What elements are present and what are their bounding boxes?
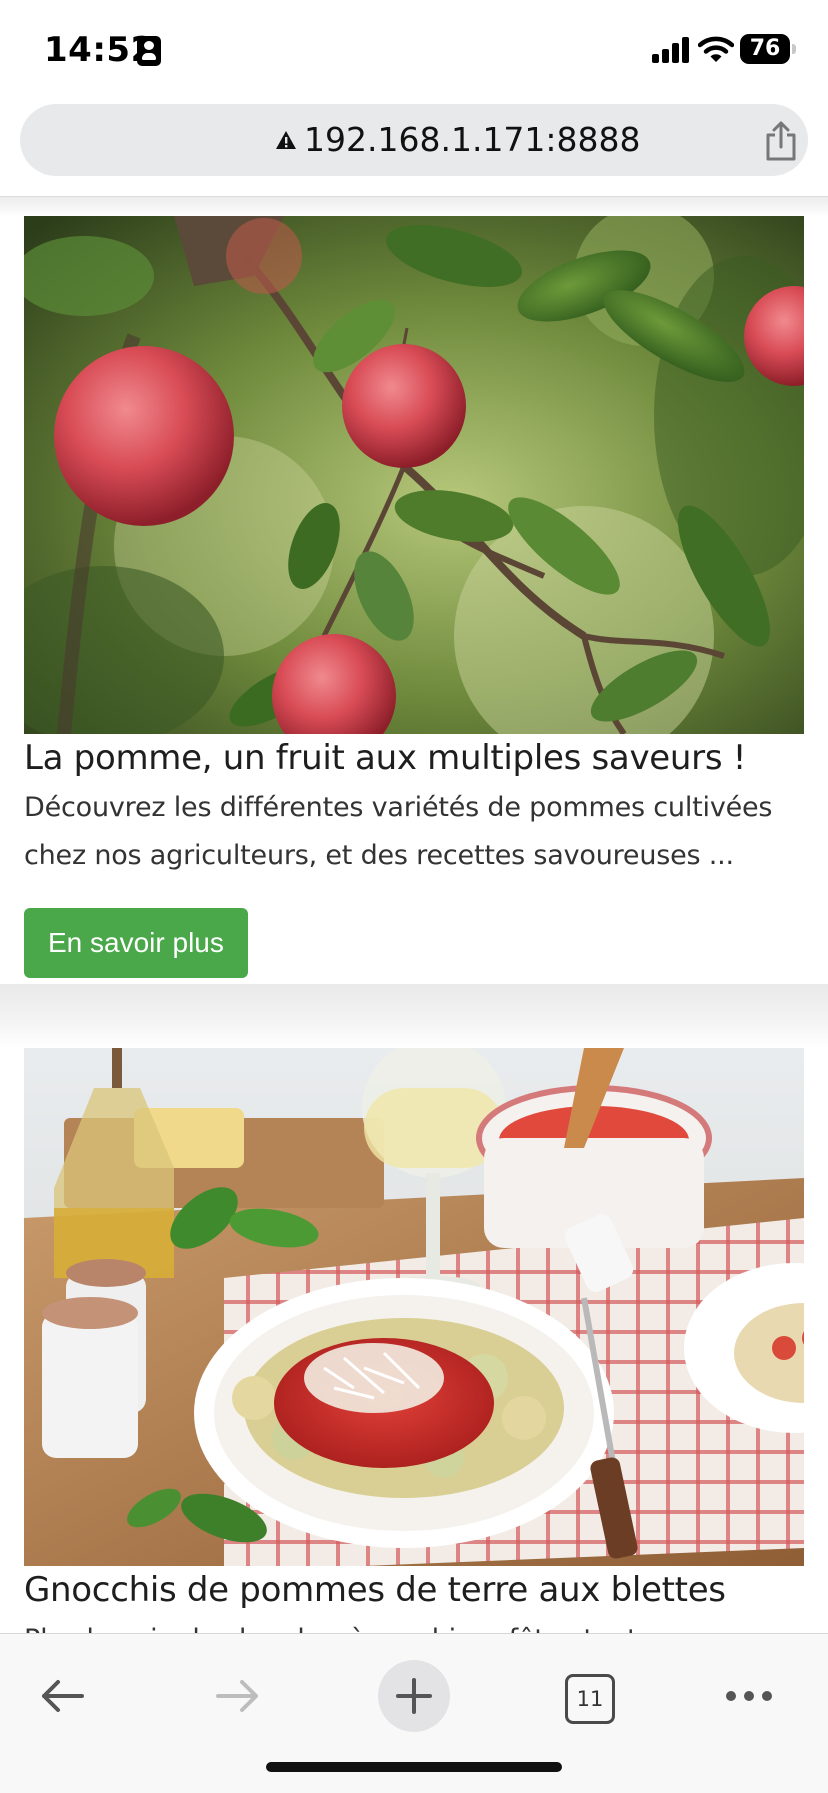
article-description: Plus besoin de chercher à combiner fêtes… (24, 1616, 804, 1633)
url-text: 192.168.1.171:8888 (304, 120, 641, 159)
article-title[interactable]: La pomme, un fruit aux multiples saveurs… (24, 738, 746, 778)
web-page-content: La pomme, un fruit aux multiples saveurs… (0, 197, 828, 1633)
ellipsis-icon (726, 1691, 772, 1701)
article-title[interactable]: Gnocchis de pommes de terre aux blettes (24, 1570, 726, 1610)
read-more-button[interactable]: En savoir plus (24, 908, 248, 978)
card-separator (0, 984, 828, 1048)
warning-triangle-icon (276, 131, 296, 149)
forward-arrow-icon (216, 1680, 258, 1712)
plus-icon (396, 1678, 432, 1714)
share-icon[interactable] (762, 120, 800, 162)
tabs-button[interactable]: 11 (565, 1674, 615, 1724)
article-description: Découvrez les différentes variétés de po… (24, 792, 773, 871)
battery-icon: 76 (740, 34, 796, 64)
gnocchi-dish-photo[interactable] (24, 1048, 804, 1566)
wifi-icon (698, 36, 734, 62)
cellular-signal-icon (652, 37, 690, 63)
apple-tree-photo[interactable] (24, 216, 804, 734)
status-bar: 14:52 76 (0, 0, 828, 98)
top-shade (0, 197, 828, 217)
article-card: La pomme, un fruit aux multiples saveurs… (24, 216, 804, 984)
browser-toolbar: 11 (0, 1633, 828, 1793)
more-menu-button[interactable] (713, 1660, 785, 1732)
forward-button[interactable] (202, 1660, 274, 1732)
battery-level: 76 (749, 36, 781, 61)
article-card: Gnocchis de pommes de terre aux blettes … (24, 1048, 804, 1633)
back-arrow-icon (42, 1680, 84, 1712)
new-tab-button[interactable] (378, 1660, 450, 1732)
focus-person-icon (137, 36, 161, 66)
back-button[interactable] (26, 1660, 98, 1732)
address-bar[interactable]: 192.168.1.171:8888 (20, 104, 808, 176)
home-indicator[interactable] (266, 1762, 562, 1772)
browser-address-area: 192.168.1.171:8888 (0, 98, 828, 197)
